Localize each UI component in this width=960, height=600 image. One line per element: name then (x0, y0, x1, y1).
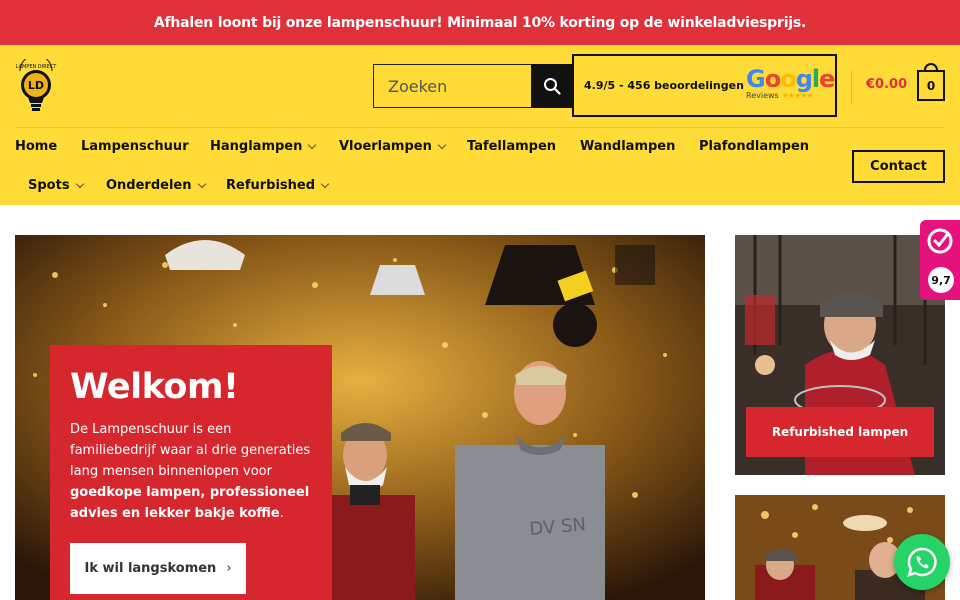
nav-label: Lampenschuur (81, 139, 189, 154)
logo-icon[interactable]: LAMPEN DIRECT LD (14, 59, 58, 113)
welcome-title: Welkom! (70, 367, 239, 407)
chevron-down-icon (437, 140, 447, 149)
nav-label: Hanglampen (210, 139, 303, 154)
nav-item-spots[interactable]: Spots (28, 178, 84, 193)
chevron-right-icon: › (226, 561, 232, 576)
visit-button[interactable]: Ik wil langskomen › (70, 543, 246, 594)
chevron-down-icon (320, 179, 330, 188)
kiyoh-logo-icon (927, 228, 953, 254)
cart-icon[interactable]: 0 (917, 70, 945, 101)
google-reviews-badge[interactable]: 4.9/5 - 456 beoordelingen Google Reviews… (572, 54, 837, 117)
stars-icon: ★★★★★ (781, 91, 814, 100)
whatsapp-button[interactable] (894, 534, 950, 590)
reviews-rating-text: 4.9/5 - 456 beoordelingen (584, 79, 744, 92)
contact-button[interactable]: Contact (852, 150, 945, 183)
search-button[interactable] (531, 64, 573, 108)
nav-item-tafellampen[interactable]: Tafellampen (467, 139, 556, 154)
nav-item-lampenschuur[interactable]: Lampenschuur (81, 139, 189, 154)
welcome-text-plain: De Lampenschuur is een familiebedrijf wa… (70, 422, 311, 479)
svg-text:LAMPEN DIRECT: LAMPEN DIRECT (16, 64, 58, 70)
kiyoh-score: 9,7 (928, 267, 954, 293)
header-divider (851, 70, 852, 104)
search-input[interactable] (373, 64, 531, 108)
nav-item-home[interactable]: Home (15, 139, 57, 154)
header-separator (15, 127, 945, 128)
announcement-text: Afhalen loont bij onze lampenschuur! Min… (153, 14, 807, 31)
nav-label: Refurbished (226, 178, 316, 193)
svg-text:LD: LD (28, 79, 44, 92)
nav-item-refurbished[interactable]: Refurbished (226, 178, 330, 193)
nav-label: Vloerlampen (339, 139, 432, 154)
cart-total[interactable]: €0.00 (866, 77, 907, 92)
chevron-down-icon (197, 179, 206, 188)
nav-label: Spots (28, 178, 70, 193)
search-icon (544, 78, 561, 95)
nav-label: Wandlampen (580, 139, 676, 154)
nav-label: Onderdelen (106, 178, 192, 193)
whatsapp-icon (907, 547, 937, 577)
welcome-text-end: . (279, 506, 284, 521)
welcome-text: De Lampenschuur is een familiebedrijf wa… (70, 419, 312, 524)
nav-item-plafondlampen[interactable]: Plafondlampen (699, 139, 809, 154)
google-reviews-logo: Google Reviews ★★★★★ (746, 65, 835, 106)
refurbished-lamps-button[interactable]: Refurbished lampen (746, 407, 934, 457)
nav-item-vloerlampen[interactable]: Vloerlampen (339, 139, 447, 154)
visit-button-label: Ik wil langskomen (84, 561, 217, 576)
search-bar (373, 64, 573, 108)
site-header: LAMPEN DIRECT LD 4.9/5 - 456 beoordeling… (0, 45, 960, 205)
nav-item-onderdelen[interactable]: Onderdelen (106, 178, 206, 193)
announcement-bar: Afhalen loont bij onze lampenschuur! Min… (0, 0, 960, 45)
google-wordmark: Google (746, 65, 835, 93)
chevron-down-icon (308, 140, 317, 149)
nav-item-hanglampen[interactable]: Hanglampen (210, 139, 317, 154)
nav-label: Plafondlampen (699, 139, 810, 154)
nav-label: Tafellampen (467, 139, 557, 154)
cart-count: 0 (926, 78, 936, 93)
nav-item-wandlampen[interactable]: Wandlampen (580, 139, 675, 154)
reviews-sub-label: Reviews (746, 91, 779, 100)
chevron-down-icon (75, 179, 84, 188)
nav-label: Home (15, 139, 58, 154)
welcome-text-bold: goedkope lampen, professioneel advies en… (70, 485, 310, 521)
